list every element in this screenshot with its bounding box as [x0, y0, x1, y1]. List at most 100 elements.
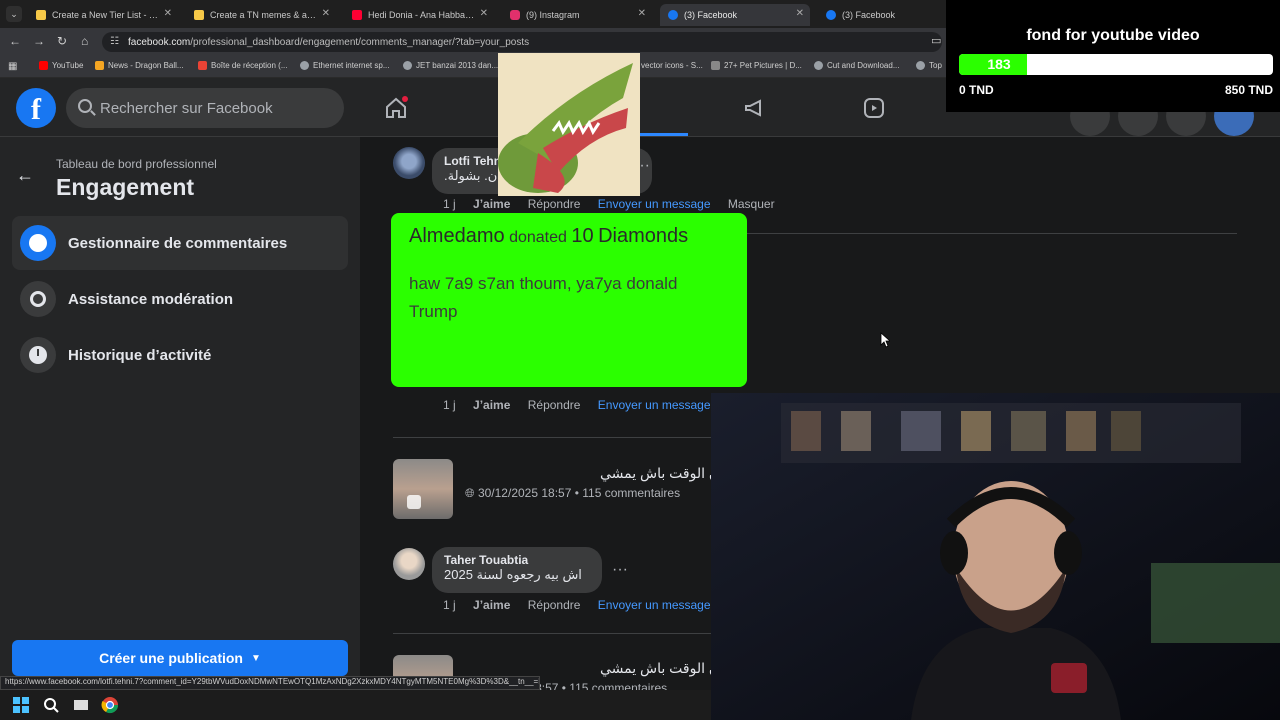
dropdown-caret-icon: ▼: [251, 652, 261, 664]
browser-tab-2[interactable]: Hedi Donia - Ana Habbaytou | ✕: [344, 4, 494, 26]
back-icon[interactable]: ←: [9, 34, 21, 48]
close-tab-icon[interactable]: ✕: [322, 8, 330, 19]
apps-grid-icon[interactable]: ▦: [8, 61, 17, 72]
browser-tab-4[interactable]: (3) Facebook ✕: [660, 4, 810, 26]
send-message-button[interactable]: Envoyer un message: [598, 197, 711, 211]
site-info-icon[interactable]: ☷: [110, 36, 119, 47]
address-bar[interactable]: ☷ facebook.com/professional_dashboard/en…: [102, 32, 942, 52]
comment-time: 1 j: [443, 398, 456, 412]
reels-icon[interactable]: [862, 96, 886, 120]
send-message-button[interactable]: Envoyer un message: [598, 598, 711, 612]
megaphone-ads-icon[interactable]: [743, 96, 767, 120]
bookmark-label: News - Dragon Ball...: [108, 61, 184, 70]
goal-progress-bar: 183: [959, 54, 1273, 75]
home-icon[interactable]: ⌂: [81, 34, 88, 48]
comment-actions: 1 j J’aime Répondre Envoyer un message M…: [443, 197, 789, 211]
post-title[interactable]: ن الوقت باش يمشي: [600, 660, 719, 677]
bookmark-dragonball[interactable]: News - Dragon Ball...: [95, 61, 184, 70]
close-tab-icon[interactable]: ✕: [796, 8, 804, 19]
dinosaur-mouth-image: [498, 53, 640, 196]
bookmark-label: 27+ Pet Pictures | D...: [724, 61, 802, 70]
animated-sticker-image: [498, 53, 640, 196]
close-tab-icon[interactable]: ✕: [480, 8, 488, 19]
hide-button[interactable]: Masquer: [728, 197, 775, 211]
post-title[interactable]: ن الوقت باش يمشي: [600, 465, 719, 482]
dashboard-label: Tableau de bord professionnel: [56, 157, 217, 171]
bookmark-jet[interactable]: JET banzai 2013 dan...: [403, 61, 498, 70]
engagement-sidebar: ← Tableau de bord professionnel Engageme…: [0, 137, 360, 720]
reload-icon[interactable]: ↻: [57, 34, 67, 48]
create-post-button[interactable]: Créer une publication ▼: [12, 640, 348, 676]
tierlist-favicon-icon: [36, 10, 46, 20]
sidebar-item-activity-history[interactable]: Historique d’activité: [12, 328, 348, 382]
chrome-icon[interactable]: [101, 696, 119, 714]
like-button[interactable]: J’aime: [473, 598, 510, 612]
bookmark-cut-download[interactable]: Cut and Download...: [814, 61, 900, 70]
browser-tab-5[interactable]: (3) Facebook: [818, 4, 946, 26]
bookmark-label: Ethernet internet sp...: [313, 61, 390, 70]
youtube-icon: [39, 61, 48, 70]
tab-title: (9) Instagram: [526, 10, 580, 20]
reply-button[interactable]: Répondre: [528, 598, 581, 612]
comment-text: اش بيه رجعوه لسنة 2025: [444, 567, 582, 582]
close-tab-icon[interactable]: ✕: [638, 8, 646, 19]
facebook-logo-icon[interactable]: f: [16, 88, 56, 128]
windows-start-icon[interactable]: [12, 696, 30, 714]
tierlist-favicon-icon: [194, 10, 204, 20]
tab-search-button[interactable]: ⌄: [6, 6, 22, 22]
sidebar-item-label: Gestionnaire de commentaires: [68, 234, 288, 252]
youtube-favicon-icon: [352, 10, 362, 20]
donation-goal-widget: fond for youtube video 183 0 TND 850 TND: [946, 0, 1280, 112]
bookmark-label: Boîte de réception (...: [211, 61, 288, 70]
globe-icon: 🌐︎: [465, 486, 475, 500]
donation-headline: Almedamo donated 10 Diamonds: [409, 225, 729, 248]
bookmark-label: Cut and Download...: [827, 61, 900, 70]
bookmark-top[interactable]: Top: [916, 61, 942, 70]
browser-tab-1[interactable]: Create a TN memes & actu 202✕: [186, 4, 336, 26]
comment-time: 1 j: [443, 598, 456, 612]
install-app-icon[interactable]: ▭: [931, 34, 941, 47]
bookmark-ethernet[interactable]: Ethernet internet sp...: [300, 61, 390, 70]
bookmark-gmail[interactable]: Boîte de réception (...: [198, 61, 288, 70]
tab-title: (3) Facebook: [684, 10, 738, 20]
comment-bubble-icon: [20, 225, 56, 261]
reply-button[interactable]: Répondre: [528, 197, 581, 211]
bookmark-label: JET banzai 2013 dan...: [416, 61, 499, 70]
dragonball-icon: [95, 61, 104, 70]
mouse-cursor-icon: [880, 332, 890, 348]
facebook-favicon-icon: [668, 10, 678, 20]
sidebar-item-comments-manager[interactable]: Gestionnaire de commentaires: [12, 216, 348, 270]
instagram-favicon-icon: [510, 10, 520, 20]
commenter-name[interactable]: Taher Touabtia: [444, 553, 590, 567]
commenter-avatar[interactable]: [393, 548, 425, 580]
more-options-icon[interactable]: ···: [612, 561, 628, 579]
task-view-icon[interactable]: [72, 696, 90, 714]
goal-max-label: 850 TND: [1224, 83, 1273, 97]
comment-bubble: Taher Touabtia اش بيه رجعوه لسنة 2025: [432, 547, 602, 593]
like-button[interactable]: J’aime: [473, 398, 510, 412]
forward-icon[interactable]: →: [33, 34, 45, 48]
close-tab-icon[interactable]: ✕: [164, 8, 172, 19]
comment-time: 1 j: [443, 197, 456, 211]
create-post-label: Créer une publication: [99, 650, 243, 666]
bookmark-pet-pictures[interactable]: 27+ Pet Pictures | D...: [711, 61, 802, 70]
bookmark-youtube[interactable]: YouTube: [39, 61, 83, 70]
bookmark-vector-icons[interactable]: vector icons - S...: [641, 61, 703, 70]
comment-count: 115 commentaires: [582, 486, 681, 500]
reply-button[interactable]: Répondre: [528, 398, 581, 412]
search-icon[interactable]: [42, 696, 60, 714]
back-arrow-icon[interactable]: ←: [16, 165, 34, 186]
search-input[interactable]: Rechercher sur Facebook: [66, 88, 344, 128]
send-message-button[interactable]: Envoyer un message: [598, 398, 711, 412]
globe-icon: [916, 61, 925, 70]
browser-tab-0[interactable]: Create a New Tier List - TierMa✕: [28, 4, 178, 26]
browser-tab-3[interactable]: (9) Instagram ✕: [502, 4, 652, 26]
home-nav-icon[interactable]: [384, 96, 408, 120]
bookmark-label: YouTube: [52, 61, 84, 70]
globe-icon: [300, 61, 309, 70]
commenter-avatar[interactable]: [393, 147, 425, 179]
like-button[interactable]: J’aime: [473, 197, 510, 211]
post-thumbnail[interactable]: [393, 459, 453, 519]
sidebar-item-moderation-assist[interactable]: Assistance modération: [12, 272, 348, 326]
tab-title: Create a TN memes & actu 202: [210, 10, 320, 20]
